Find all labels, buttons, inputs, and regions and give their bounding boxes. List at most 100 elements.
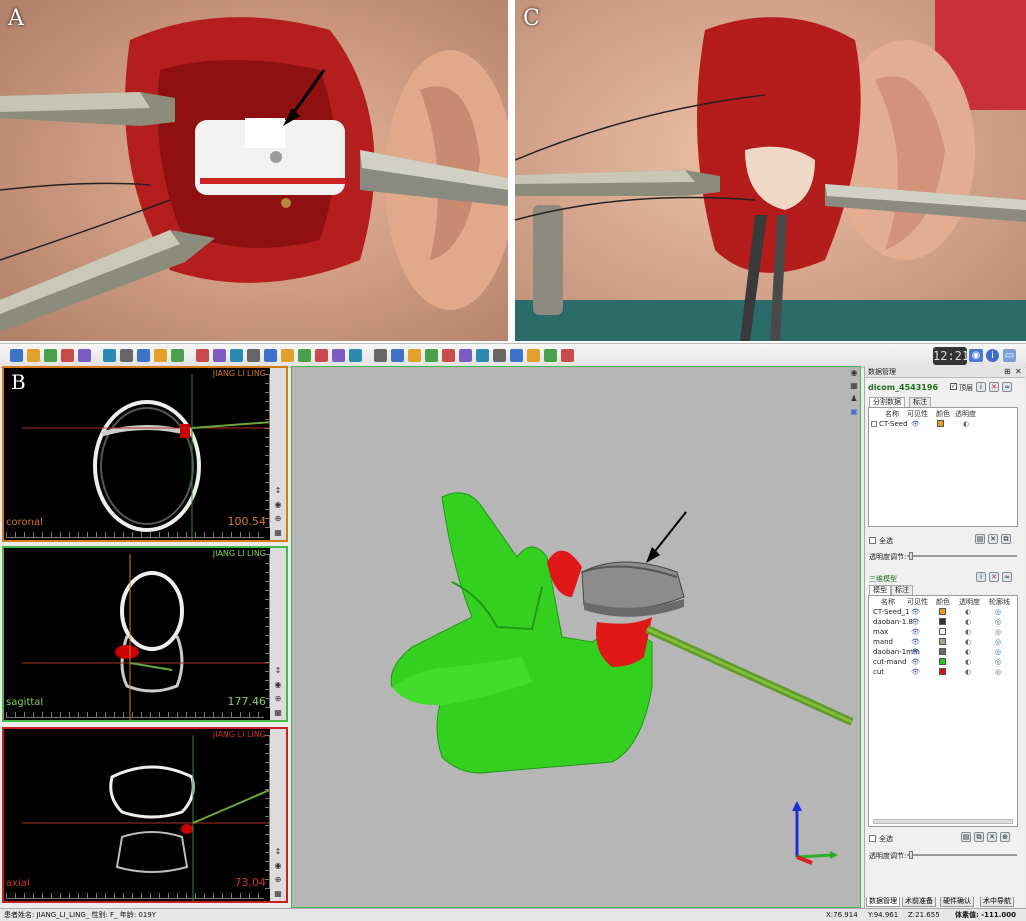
- info-button[interactable]: i: [986, 349, 999, 362]
- color-swatch[interactable]: [939, 608, 946, 615]
- visibility-icon[interactable]: 👁: [911, 607, 920, 617]
- light-icon[interactable]: [527, 349, 540, 362]
- top-layer-checkbox[interactable]: ✓: [950, 383, 957, 390]
- list-item[interactable]: mand 👁 ◐ ◎: [869, 637, 1017, 647]
- scroll-up-icon[interactable]: ↕: [272, 847, 284, 857]
- head-icon[interactable]: [442, 349, 455, 362]
- color-swatch[interactable]: [939, 648, 946, 655]
- opacity-icon[interactable]: ◐: [965, 667, 971, 677]
- ruler-icon[interactable]: [196, 349, 209, 362]
- eye-icon[interactable]: [137, 349, 150, 362]
- 3d-viewport[interactable]: [291, 366, 861, 908]
- scroll-up-icon[interactable]: ↕: [272, 486, 284, 496]
- paint-icon[interactable]: [264, 349, 277, 362]
- visibility-icon[interactable]: 👁: [911, 419, 920, 429]
- color-swatch[interactable]: [939, 628, 946, 635]
- tab-hardware[interactable]: 硬件确认: [940, 897, 974, 907]
- contour-icon[interactable]: ◎: [995, 647, 1001, 657]
- opacity-icon[interactable]: ◐: [965, 657, 971, 667]
- person-icon[interactable]: ♟: [848, 394, 860, 404]
- opacity-icon[interactable]: ◐: [965, 617, 971, 627]
- target-icon[interactable]: ⊕: [272, 875, 284, 885]
- split-icon[interactable]: [476, 349, 489, 362]
- opacity-icon[interactable]: ◐: [965, 637, 971, 647]
- scroll-up-icon[interactable]: ↕: [272, 666, 284, 676]
- copy-icon[interactable]: ⧉: [974, 832, 984, 842]
- save-as-icon[interactable]: [61, 349, 74, 362]
- info-icon[interactable]: i: [976, 572, 986, 582]
- contour-icon[interactable]: ◎: [995, 627, 1001, 637]
- opacity-icon[interactable]: ◐: [963, 419, 969, 429]
- chart-icon[interactable]: ≈: [1002, 572, 1012, 582]
- window-button[interactable]: ▭: [1003, 349, 1016, 362]
- lasso-icon[interactable]: [230, 349, 243, 362]
- select-all-checkbox[interactable]: [869, 835, 876, 842]
- eye-icon[interactable]: ◉: [848, 368, 860, 378]
- layout-icon[interactable]: [103, 349, 116, 362]
- chart-icon[interactable]: ≈: [1002, 382, 1012, 392]
- brush-icon[interactable]: [332, 349, 345, 362]
- opacity-icon[interactable]: ◐: [965, 627, 971, 637]
- tab-data-management[interactable]: 数据管理: [866, 897, 900, 907]
- eye-icon[interactable]: ◉: [272, 861, 284, 871]
- axial-viewport[interactable]: JIANG LI LING axial 73.04 ↕ ◉ ⊕ ▦: [2, 727, 288, 903]
- tab-model-annotation[interactable]: 标注: [891, 585, 913, 595]
- coronal-viewport[interactable]: B JIANG LI LING coronal 100.54 ↕ ◉ ⊕ ▦: [2, 366, 288, 542]
- list-item[interactable]: cut 👁 ◐ ◎: [869, 667, 1017, 677]
- copy-icon[interactable]: ⧉: [1001, 534, 1011, 544]
- zoom-out-icon[interactable]: [171, 349, 184, 362]
- delete-icon[interactable]: ✕: [988, 534, 998, 544]
- contour-icon[interactable]: ◎: [995, 607, 1001, 617]
- target-icon[interactable]: ⊕: [272, 514, 284, 524]
- visibility-icon[interactable]: 👁: [911, 667, 920, 677]
- target-icon[interactable]: ⊕: [272, 694, 284, 704]
- mesh-icon[interactable]: [425, 349, 438, 362]
- tab-navigation[interactable]: 术中导航: [980, 897, 1014, 907]
- visibility-icon[interactable]: 👁: [911, 657, 920, 667]
- list-item[interactable]: CT-Seed 👁 ◐: [869, 419, 1017, 429]
- delete-icon[interactable]: ✕: [989, 572, 999, 582]
- info-icon[interactable]: i: [976, 382, 986, 392]
- opacity-slider[interactable]: [909, 851, 913, 859]
- visibility-icon[interactable]: 👁: [911, 647, 920, 657]
- eye-icon[interactable]: ◉: [272, 680, 284, 690]
- cube-icon[interactable]: [374, 349, 387, 362]
- row-checkbox[interactable]: [871, 421, 877, 427]
- select-all-checkbox[interactable]: [869, 537, 876, 544]
- contour-icon[interactable]: ◎: [995, 637, 1001, 647]
- delete-icon[interactable]: ✕: [989, 382, 999, 392]
- grid-icon[interactable]: ▦: [272, 889, 284, 899]
- contour-icon[interactable]: ◎: [995, 617, 1001, 627]
- sphere-icon[interactable]: [544, 349, 557, 362]
- tab-preop[interactable]: 术前准备: [902, 897, 936, 907]
- camera-button[interactable]: ◉: [969, 349, 983, 362]
- opacity-icon[interactable]: ◐: [965, 647, 971, 657]
- grid-icon[interactable]: ▦: [272, 708, 284, 718]
- sagittal-viewport[interactable]: JIANG LI LING sagittal 177.46 ↕ ◉ ⊕ ▦: [2, 546, 288, 722]
- plus-9-icon[interactable]: [315, 349, 328, 362]
- export-icon[interactable]: ▤: [975, 534, 985, 544]
- pen-icon[interactable]: [510, 349, 523, 362]
- model-list-scrollbar[interactable]: [873, 819, 1013, 824]
- grid-icon[interactable]: ▦: [272, 528, 284, 538]
- export-icon[interactable]: [78, 349, 91, 362]
- panel-pin-icon[interactable]: ⊞: [1004, 367, 1011, 376]
- list-item[interactable]: max 👁 ◐ ◎: [869, 627, 1017, 637]
- eye-icon[interactable]: ◉: [272, 500, 284, 510]
- list-item[interactable]: daoban-1mm 👁 ◐ ◎: [869, 647, 1017, 657]
- cut-icon[interactable]: [349, 349, 362, 362]
- list-item[interactable]: cut-mand 👁 ◐ ◎: [869, 657, 1017, 667]
- opacity-icon[interactable]: ◐: [965, 607, 971, 617]
- save-icon[interactable]: [44, 349, 57, 362]
- merge-icon[interactable]: ⊕: [1000, 832, 1010, 842]
- visibility-icon[interactable]: 👁: [911, 637, 920, 647]
- color-swatch[interactable]: [939, 658, 946, 665]
- grid-icon[interactable]: [408, 349, 421, 362]
- open-icon[interactable]: [27, 349, 40, 362]
- graph-icon[interactable]: [493, 349, 506, 362]
- export-icon[interactable]: ▤: [961, 832, 971, 842]
- dome-icon[interactable]: [561, 349, 574, 362]
- color-swatch[interactable]: [937, 420, 944, 427]
- tab-model[interactable]: 模型: [869, 585, 891, 595]
- screens-icon[interactable]: ▣: [848, 407, 860, 417]
